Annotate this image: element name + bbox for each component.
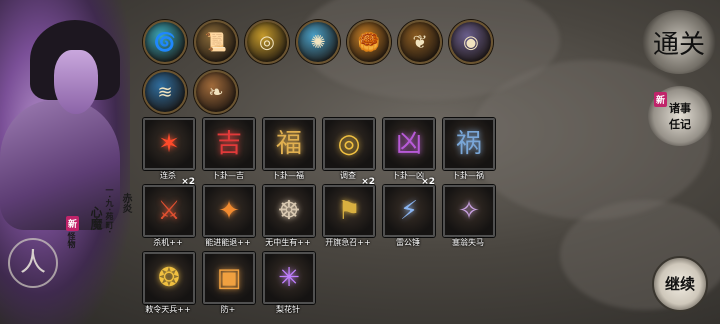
character-title: 赤炎 — [120, 193, 131, 213]
card-count: ×2 — [421, 177, 435, 187]
ink-seal-icon: 人 — [8, 238, 58, 288]
card-item[interactable]: ◎ — [323, 118, 375, 170]
card-art-icon: ✦ — [218, 196, 240, 226]
character-subtitle: 一·九·苑町· — [105, 186, 114, 235]
pie-relic-icon[interactable]: 🥮 — [347, 20, 391, 64]
card-item[interactable]: ⚔ ×2 — [143, 177, 195, 237]
gold-chain-relic-icon[interactable]: ❦ — [398, 20, 442, 64]
card-art-icon: ◎ — [337, 129, 361, 159]
card-art-icon: ✳ — [278, 263, 300, 293]
card-count: ×2 — [181, 177, 195, 187]
card-art-icon: 福 — [275, 129, 302, 159]
card-item[interactable]: ✳ — [263, 252, 315, 304]
light-relic-icon[interactable]: ✺ — [296, 20, 340, 64]
eye-relic-icon[interactable]: ◉ — [449, 20, 493, 64]
card-item[interactable]: 祸 — [443, 118, 495, 170]
blue-wave-relic-icon[interactable]: ≋ — [143, 70, 187, 114]
card-art-icon: ✶ — [158, 129, 180, 159]
card-item[interactable]: ❂ — [143, 252, 195, 304]
story-log-line2: 任记 — [669, 118, 691, 131]
card-item[interactable]: ⚑ ×2 — [323, 177, 375, 237]
card-item[interactable]: ✶ — [143, 118, 195, 170]
spiral-relic-icon[interactable]: 🌀 — [143, 20, 187, 64]
card-item[interactable]: 凶 — [383, 118, 435, 170]
clear-stamp-button[interactable]: 通关 — [642, 10, 716, 74]
card-art-icon: ✧ — [458, 196, 480, 226]
card-item[interactable]: 福 — [263, 118, 315, 170]
leaf-relic-icon[interactable]: ❧ — [194, 70, 238, 114]
card-label: 塞翁失马 — [452, 238, 484, 247]
card-art-icon: ❂ — [158, 263, 180, 293]
ring-relic-icon[interactable]: ◎ — [245, 20, 289, 64]
new-badge: 新 — [66, 216, 80, 231]
card-art-icon: ⚔ — [157, 196, 181, 226]
card-label: 卜卦—祸 — [452, 171, 484, 180]
story-log-line1: 诸事 — [669, 102, 691, 115]
clear-stamp-label: 通关 — [652, 29, 705, 60]
card-item[interactable]: 吉 — [203, 118, 255, 170]
card-art-icon: 凶 — [395, 129, 422, 159]
card-art-icon: 祸 — [455, 129, 482, 159]
character-small-name: 怪物 — [67, 232, 76, 248]
continue-label: 继续 — [665, 274, 696, 293]
story-new-badge: 新 — [654, 92, 668, 107]
scroll-relic-icon[interactable]: 📜 — [194, 20, 238, 64]
card-item[interactable]: ☸ — [263, 185, 315, 237]
continue-button[interactable]: 继续 — [652, 256, 708, 312]
card-art-icon: ⚑ — [337, 196, 361, 226]
card-art-icon: ☸ — [277, 196, 301, 226]
card-count: ×2 — [361, 177, 375, 187]
card-art-icon: 吉 — [215, 129, 242, 159]
card-label: 梨花针 — [276, 305, 300, 314]
card-art-icon: ▣ — [216, 263, 242, 293]
character-name: 心魔 — [89, 206, 103, 230]
card-item[interactable]: ⚡ ×2 — [383, 177, 435, 237]
card-item[interactable]: ✧ — [443, 185, 495, 237]
card-item[interactable]: ✦ — [203, 185, 255, 237]
character-face — [54, 50, 98, 114]
card-art-icon: ⚡ — [399, 196, 419, 226]
card-item[interactable]: ▣ — [203, 252, 255, 304]
